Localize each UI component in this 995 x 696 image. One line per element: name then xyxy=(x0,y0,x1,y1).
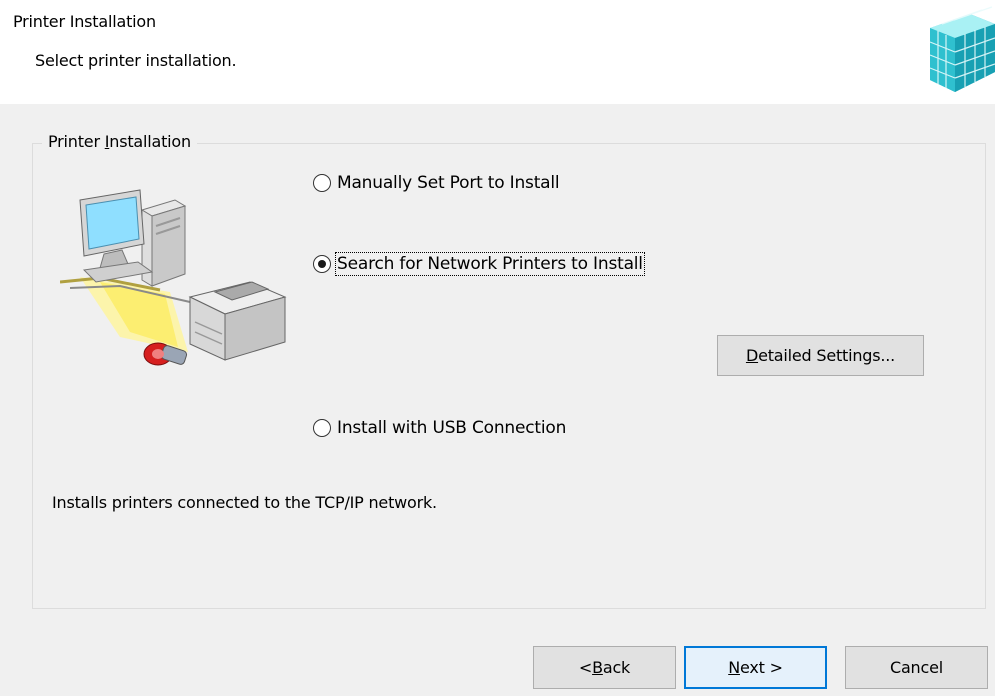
radio-manual-port[interactable]: Manually Set Port to Install xyxy=(313,173,560,193)
next-mnemonic: N xyxy=(728,658,740,677)
cancel-button[interactable]: Cancel xyxy=(845,646,988,689)
back-label-b: ack xyxy=(602,658,631,677)
radio-manual-port-label[interactable]: Manually Set Port to Install xyxy=(337,173,560,193)
header-subtitle: Select printer installation. xyxy=(35,51,237,70)
radio-selected-dot xyxy=(318,260,326,268)
group-legend-text-a: Printer xyxy=(48,132,105,151)
header-title: Printer Installation xyxy=(13,12,156,31)
radio-network-search-label[interactable]: Search for Network Printers to Install xyxy=(335,252,645,276)
next-label: ext > xyxy=(739,658,783,677)
back-label-a: < xyxy=(578,658,593,677)
detailed-settings-mnemonic: D xyxy=(745,346,759,365)
back-button[interactable]: < Back xyxy=(533,646,676,689)
group-legend-text-b: nstallation xyxy=(109,132,191,151)
product-logo-icon xyxy=(929,6,995,92)
option-description: Installs printers connected to the TCP/I… xyxy=(52,493,437,512)
header-separator xyxy=(0,103,995,104)
radio-usb-connection[interactable]: Install with USB Connection xyxy=(313,418,566,438)
back-mnemonic: B xyxy=(592,658,603,677)
detailed-settings-label: etailed Settings... xyxy=(758,346,896,365)
radio-network-search[interactable]: Search for Network Printers to Install xyxy=(313,252,645,276)
radio-manual-port-circle[interactable] xyxy=(313,174,331,192)
next-button[interactable]: Next > xyxy=(684,646,827,689)
computer-printer-illustration-icon xyxy=(60,189,287,366)
group-legend: Printer Installation xyxy=(42,132,197,151)
radio-usb-connection-circle[interactable] xyxy=(313,419,331,437)
header-banner: Printer Installation Select printer inst… xyxy=(0,0,995,104)
detailed-settings-button[interactable]: Detailed Settings... xyxy=(717,335,924,376)
radio-network-search-circle[interactable] xyxy=(313,255,331,273)
radio-usb-connection-label[interactable]: Install with USB Connection xyxy=(337,418,566,438)
